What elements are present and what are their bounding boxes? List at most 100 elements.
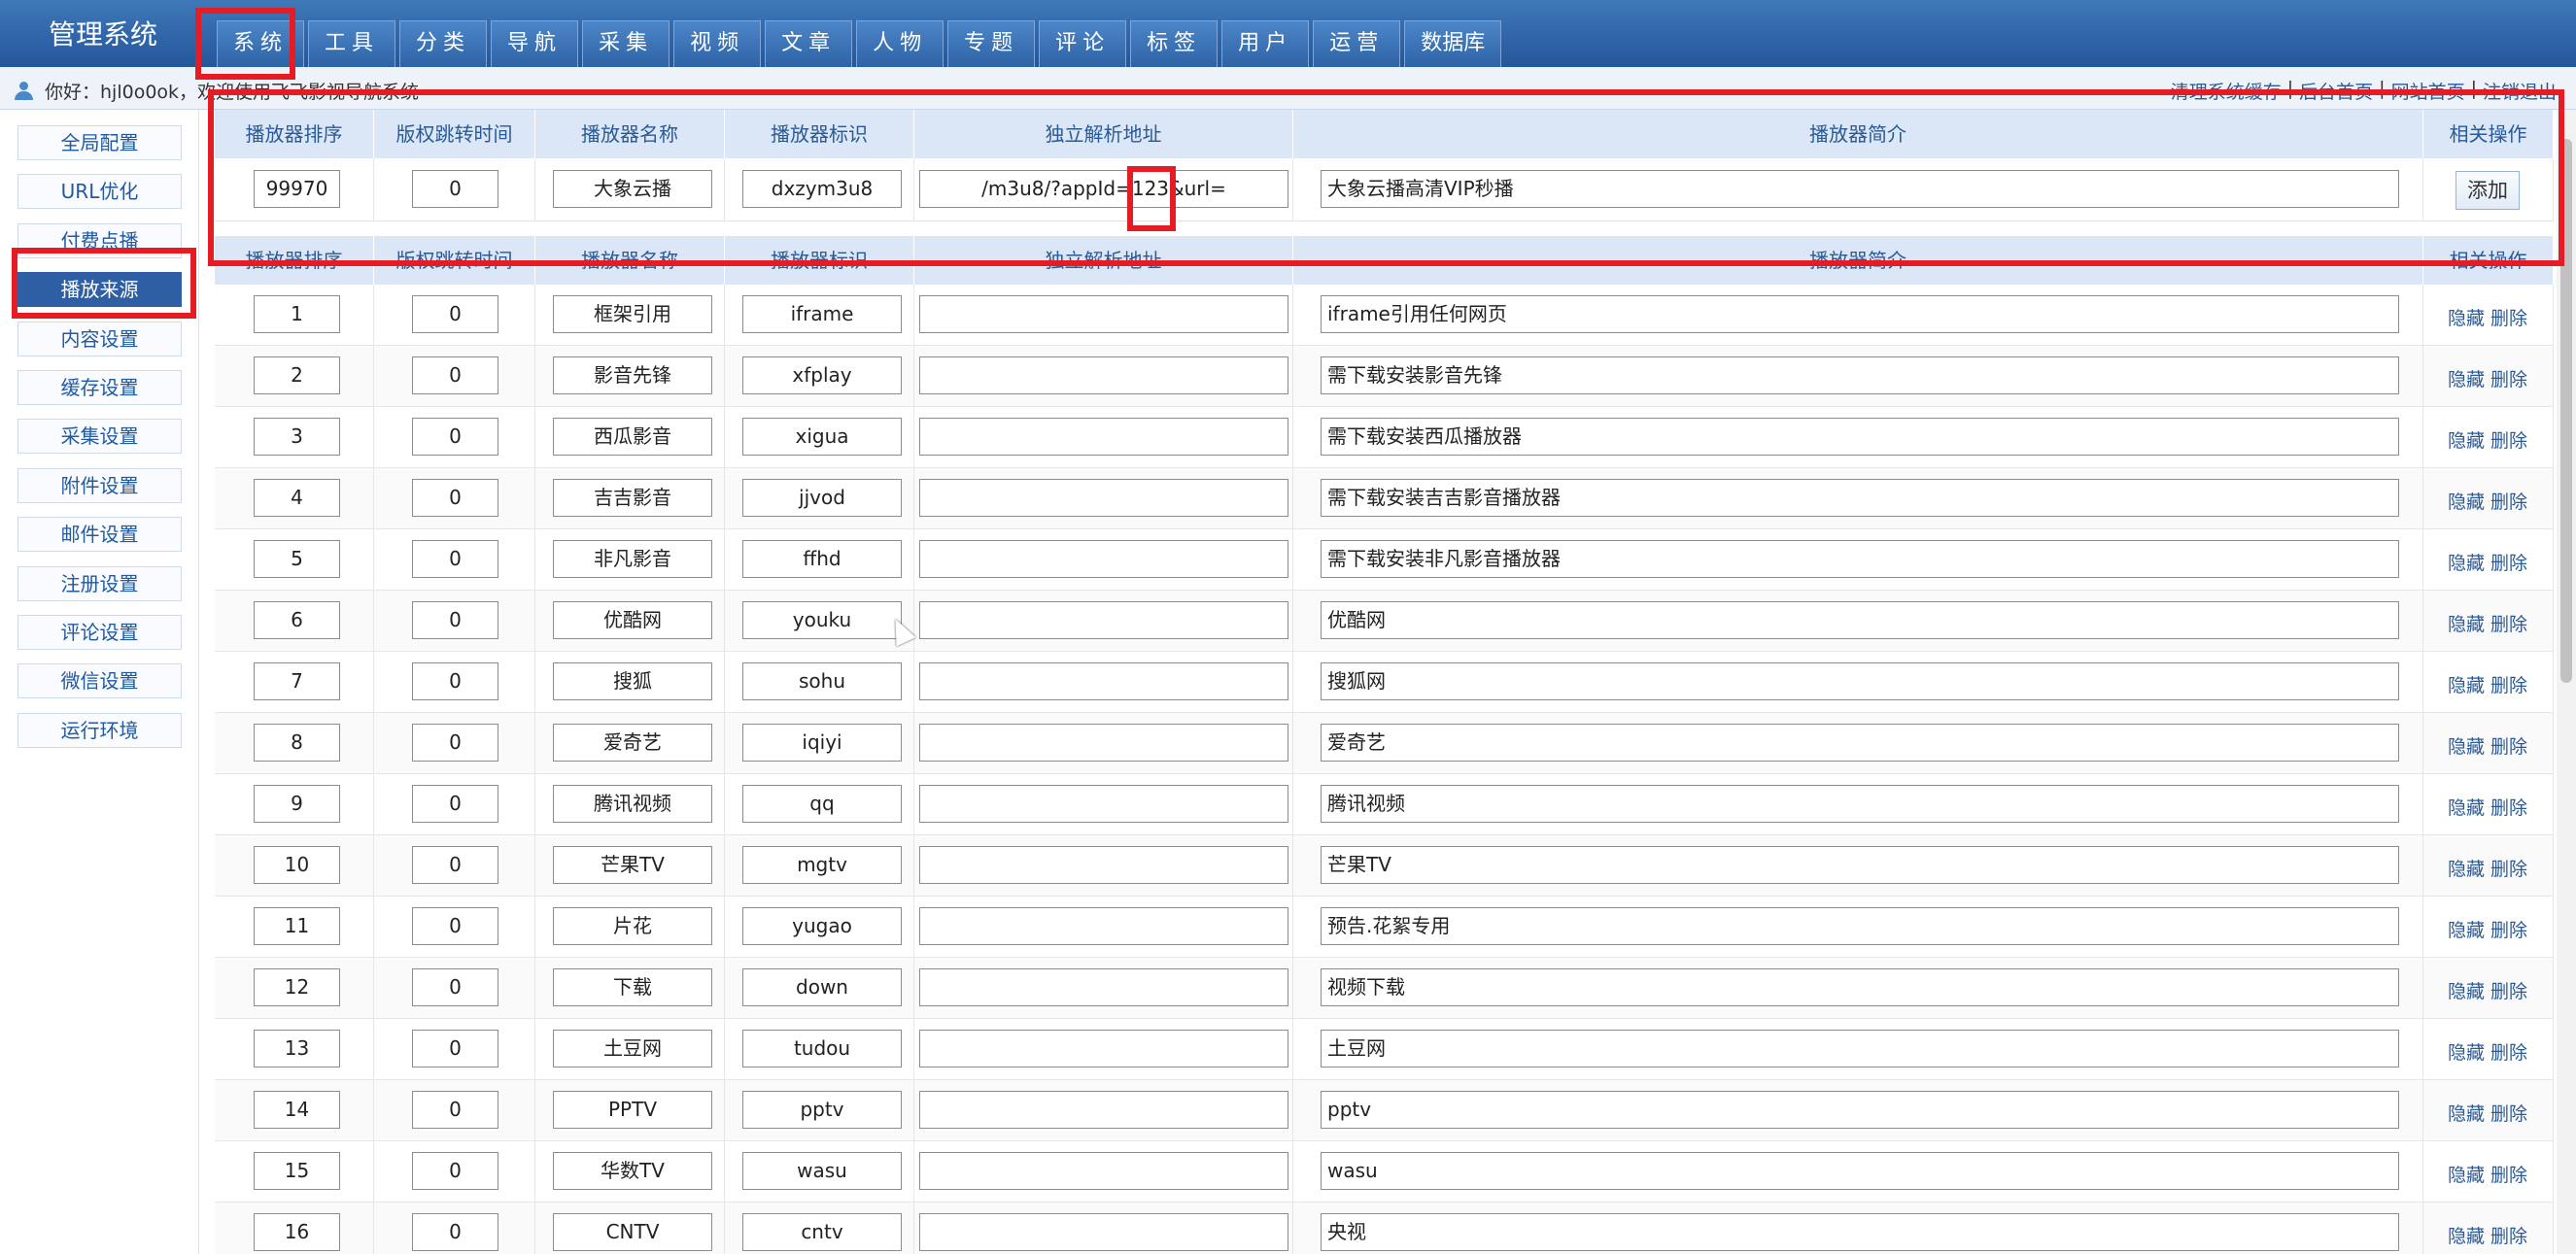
name-input[interactable]: 框架引用 (553, 295, 712, 333)
sort-input[interactable]: 15 (254, 1152, 340, 1190)
hide-link[interactable]: 隐藏 (2448, 369, 2485, 390)
jump-time-input[interactable]: 0 (412, 785, 498, 823)
delete-link[interactable]: 删除 (2490, 920, 2527, 941)
intro-input[interactable]: pptv (1321, 1091, 2399, 1129)
name-input[interactable]: 片花 (553, 907, 712, 945)
sidebar-item-5[interactable]: 缓存设置 (17, 370, 182, 405)
tab-3[interactable]: 导航 (491, 20, 579, 67)
parse-url-input[interactable]: /m3u8/?appId=123&url= (919, 170, 1288, 208)
delete-link[interactable]: 删除 (2490, 430, 2527, 452)
sort-input[interactable]: 99970 (254, 170, 340, 208)
intro-input[interactable]: 土豆网 (1321, 1030, 2399, 1068)
name-input[interactable]: 优酷网 (553, 601, 712, 639)
sort-input[interactable]: 1 (254, 295, 340, 333)
delete-link[interactable]: 删除 (2490, 736, 2527, 758)
jump-time-input[interactable]: 0 (412, 724, 498, 762)
sort-input[interactable]: 12 (254, 968, 340, 1006)
code-input[interactable]: tudou (742, 1030, 902, 1068)
name-input[interactable]: 吉吉影音 (553, 479, 712, 517)
jump-time-input[interactable]: 0 (412, 907, 498, 945)
top-link-1[interactable]: 后台首页 (2299, 78, 2373, 104)
tab-6[interactable]: 文章 (765, 20, 853, 67)
sort-input[interactable]: 4 (254, 479, 340, 517)
sort-input[interactable]: 14 (254, 1091, 340, 1129)
tab-2[interactable]: 分类 (399, 20, 488, 67)
jump-time-input[interactable]: 0 (412, 1091, 498, 1129)
intro-input[interactable]: 爱奇艺 (1321, 724, 2399, 762)
code-input[interactable]: down (742, 968, 902, 1006)
jump-time-input[interactable]: 0 (412, 356, 498, 394)
tab-7[interactable]: 人物 (856, 20, 945, 67)
name-input[interactable]: 腾讯视频 (553, 785, 712, 823)
name-input[interactable]: 土豆网 (553, 1030, 712, 1068)
hide-link[interactable]: 隐藏 (2448, 981, 2485, 1002)
hide-link[interactable]: 隐藏 (2448, 1226, 2485, 1247)
top-link-0[interactable]: 清理系统缓存 (2171, 78, 2282, 104)
tab-5[interactable]: 视频 (673, 20, 762, 67)
parse-url-input[interactable] (919, 356, 1288, 394)
parse-url-input[interactable] (919, 418, 1288, 456)
tab-12[interactable]: 运营 (1313, 20, 1401, 67)
jump-time-input[interactable]: 0 (412, 1030, 498, 1068)
code-input[interactable]: xfplay (742, 356, 902, 394)
delete-link[interactable]: 删除 (2490, 308, 2527, 329)
sort-input[interactable]: 7 (254, 662, 340, 700)
intro-input[interactable]: wasu (1321, 1152, 2399, 1190)
parse-url-input[interactable] (919, 1213, 1288, 1251)
hide-link[interactable]: 隐藏 (2448, 797, 2485, 819)
code-input[interactable]: yugao (742, 907, 902, 945)
hide-link[interactable]: 隐藏 (2448, 491, 2485, 513)
delete-link[interactable]: 删除 (2490, 797, 2527, 819)
sort-input[interactable]: 16 (254, 1213, 340, 1251)
parse-url-input[interactable] (919, 601, 1288, 639)
hide-link[interactable]: 隐藏 (2448, 553, 2485, 574)
scrollbar-thumb[interactable] (2560, 139, 2572, 683)
tab-1[interactable]: 工具 (308, 20, 396, 67)
parse-url-input[interactable] (919, 1091, 1288, 1129)
code-input[interactable]: iframe (742, 295, 902, 333)
name-input[interactable]: 影音先锋 (553, 356, 712, 394)
intro-input[interactable]: 搜狐网 (1321, 662, 2399, 700)
sort-input[interactable]: 8 (254, 724, 340, 762)
hide-link[interactable]: 隐藏 (2448, 1103, 2485, 1125)
jump-time-input[interactable]: 0 (412, 295, 498, 333)
name-input[interactable]: PPTV (553, 1091, 712, 1129)
sidebar-item-11[interactable]: 微信设置 (17, 663, 182, 699)
sidebar-item-2[interactable]: 付费点播 (17, 222, 182, 258)
sidebar-item-0[interactable]: 全局配置 (17, 125, 182, 160)
delete-link[interactable]: 删除 (2490, 553, 2527, 574)
sidebar-item-4[interactable]: 内容设置 (17, 321, 182, 356)
tab-8[interactable]: 专题 (947, 20, 1036, 67)
hide-link[interactable]: 隐藏 (2448, 675, 2485, 696)
parse-url-input[interactable] (919, 724, 1288, 762)
name-input[interactable]: 爱奇艺 (553, 724, 712, 762)
parse-url-input[interactable] (919, 846, 1288, 884)
jump-time-input[interactable]: 0 (412, 662, 498, 700)
sort-input[interactable]: 11 (254, 907, 340, 945)
intro-input[interactable]: 需下载安装影音先锋 (1321, 356, 2399, 394)
sidebar-item-6[interactable]: 采集设置 (17, 419, 182, 455)
delete-link[interactable]: 删除 (2490, 675, 2527, 696)
hide-link[interactable]: 隐藏 (2448, 736, 2485, 758)
name-input[interactable]: 芒果TV (553, 846, 712, 884)
code-input[interactable]: cntv (742, 1213, 902, 1251)
code-input[interactable]: dxzym3u8 (742, 170, 902, 208)
name-input[interactable]: CNTV (553, 1213, 712, 1251)
hide-link[interactable]: 隐藏 (2448, 1165, 2485, 1186)
delete-link[interactable]: 删除 (2490, 1165, 2527, 1186)
sidebar-item-8[interactable]: 邮件设置 (17, 517, 182, 553)
vertical-scrollbar[interactable] (2557, 110, 2576, 1254)
intro-input[interactable]: 优酷网 (1321, 601, 2399, 639)
parse-url-input[interactable] (919, 968, 1288, 1006)
intro-input[interactable]: 腾讯视频 (1321, 785, 2399, 823)
parse-url-input[interactable] (919, 479, 1288, 517)
tab-9[interactable]: 评论 (1039, 20, 1127, 67)
jump-time-input[interactable]: 0 (412, 968, 498, 1006)
tab-11[interactable]: 用户 (1221, 20, 1310, 67)
sort-input[interactable]: 9 (254, 785, 340, 823)
jump-time-input[interactable]: 0 (412, 1152, 498, 1190)
code-input[interactable]: iqiyi (742, 724, 902, 762)
code-input[interactable]: youku (742, 601, 902, 639)
add-button[interactable]: 添加 (2456, 171, 2520, 210)
hide-link[interactable]: 隐藏 (2448, 920, 2485, 941)
